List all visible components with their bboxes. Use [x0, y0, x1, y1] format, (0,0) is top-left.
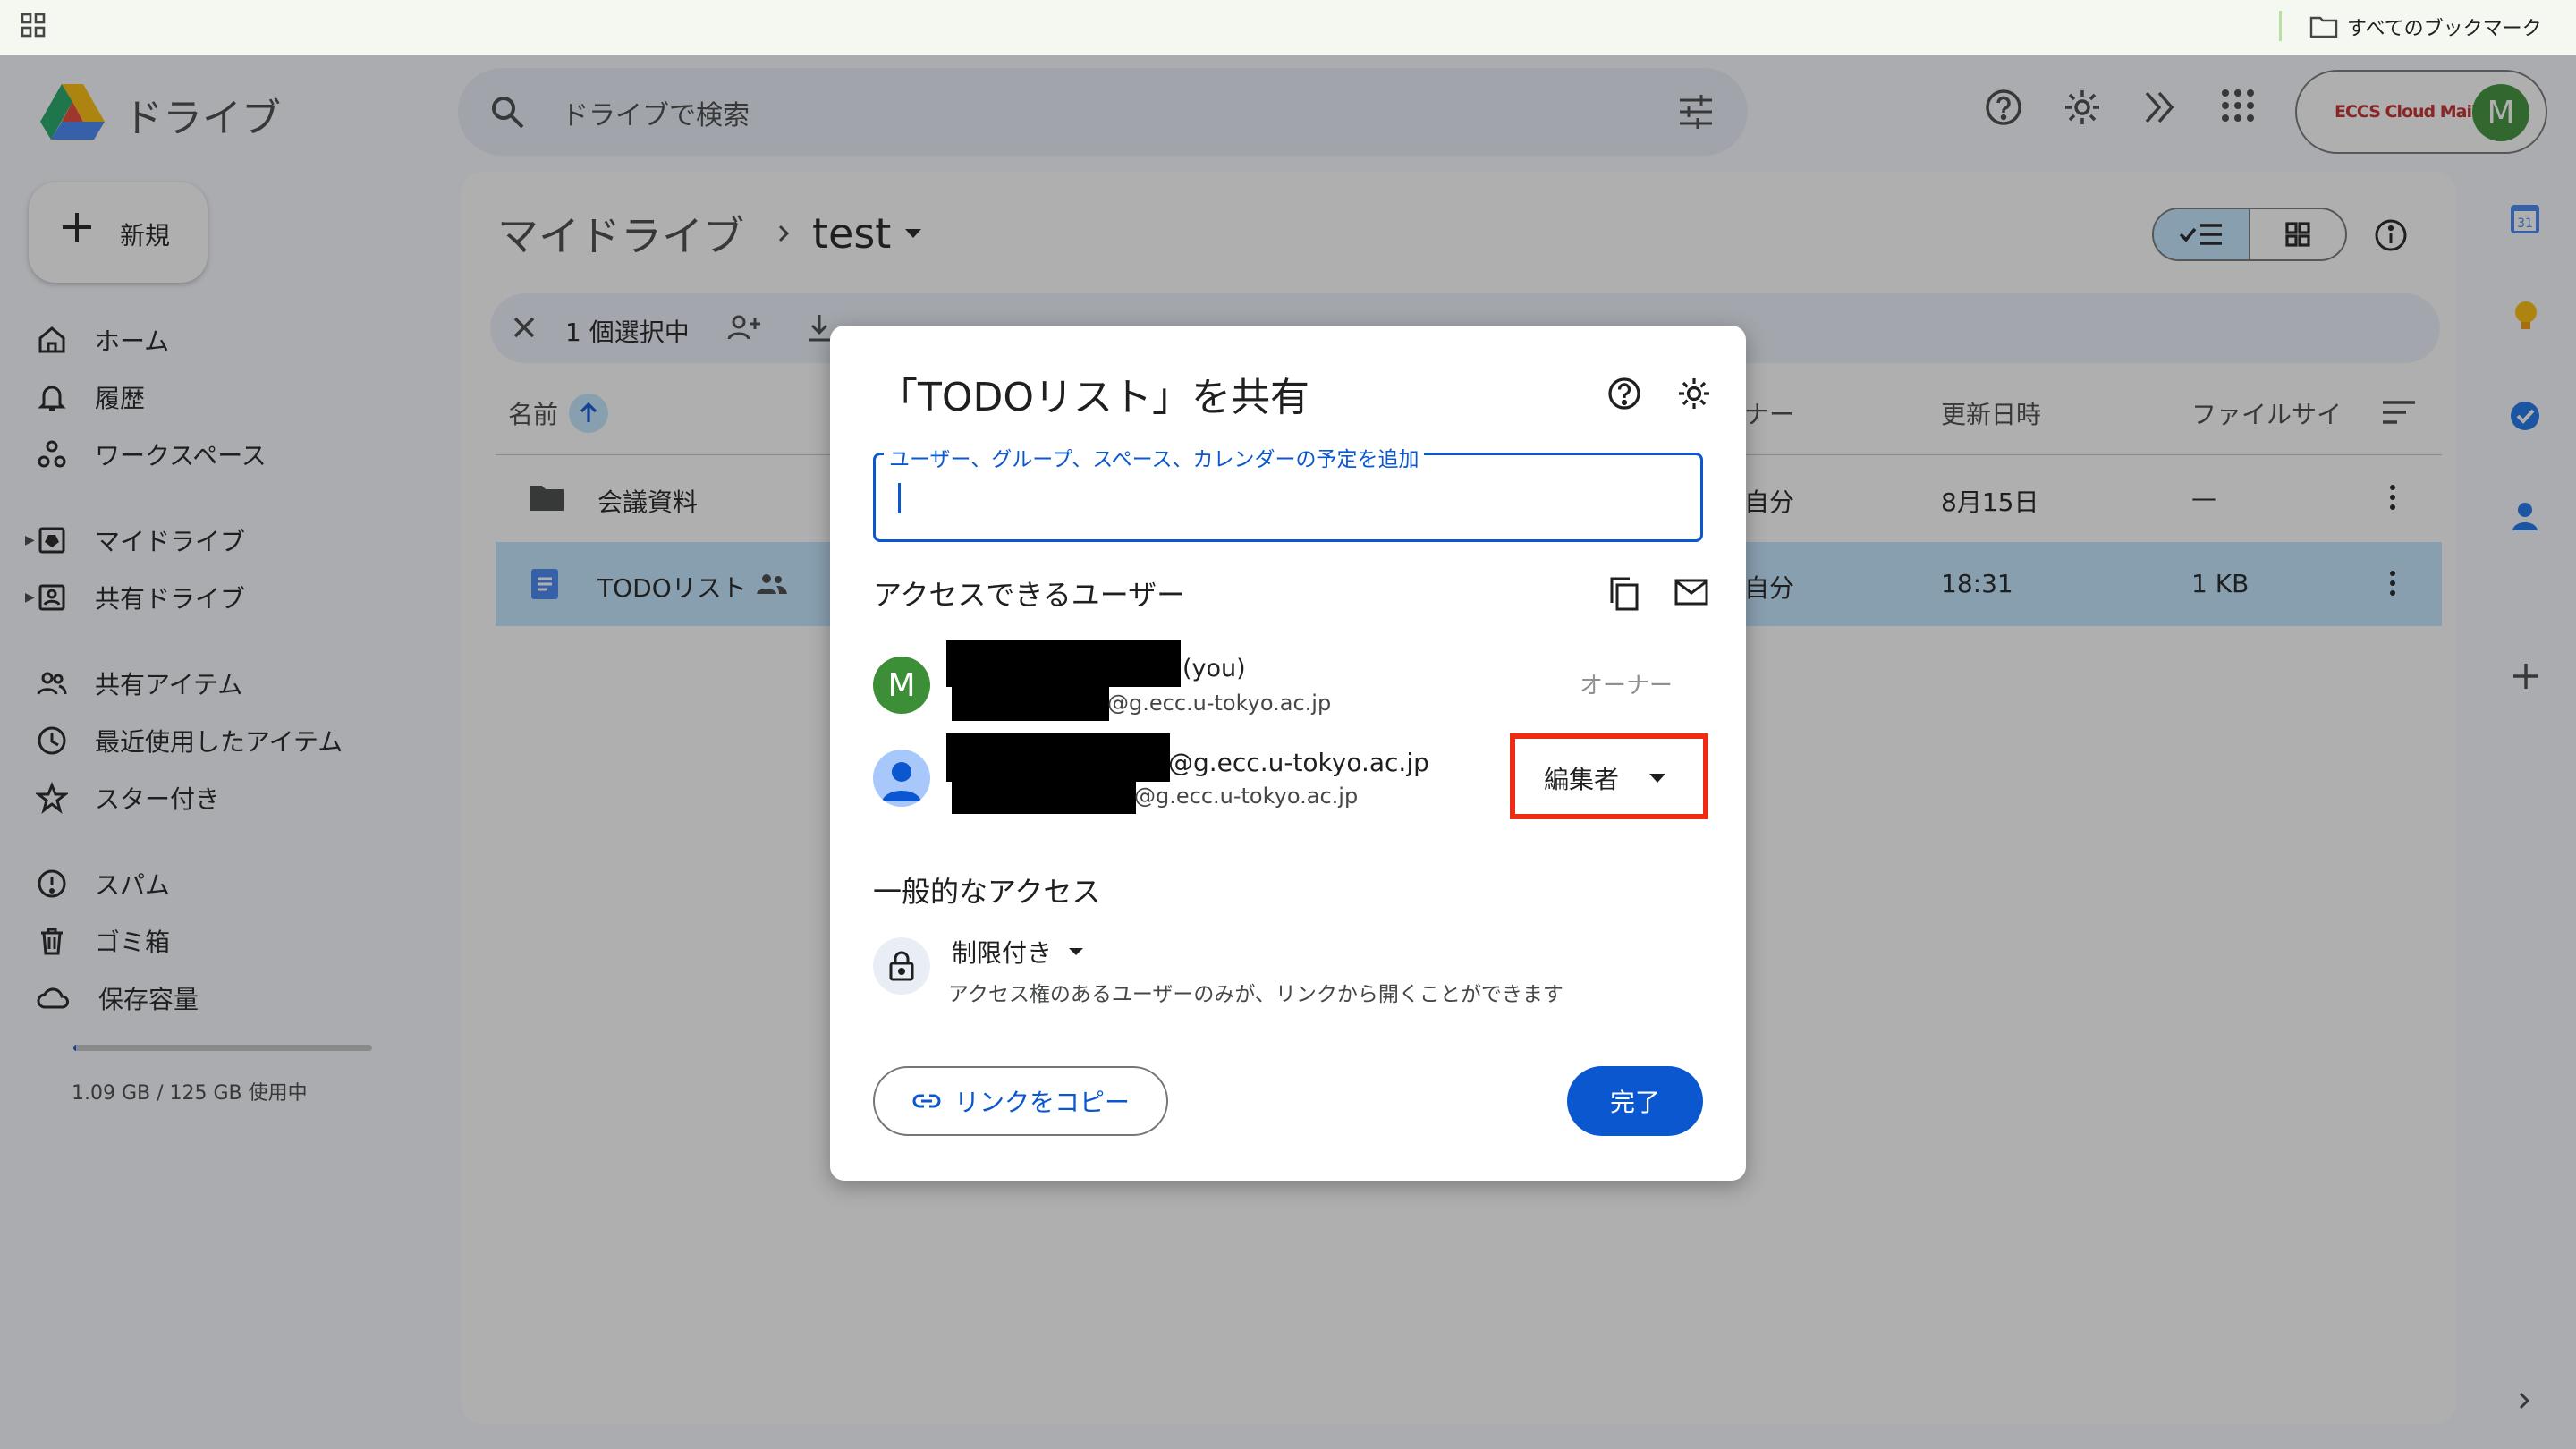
done-button[interactable]: 完了 [1567, 1066, 1703, 1136]
person-email: @g.ecc.u-tokyo.ac.jp [1107, 691, 1332, 716]
bookmarks-bar: すべてのブックマーク [0, 0, 2576, 56]
dialog-title: 「TODOリスト」を共有 [878, 375, 1310, 420]
all-bookmarks-button[interactable]: すべてのブックマーク [2309, 9, 2542, 45]
help-icon[interactable] [1606, 376, 1642, 411]
person-avatar: M [873, 657, 930, 714]
access-level-label: 制限付き [952, 938, 1053, 968]
dropdown-arrow-icon [1649, 774, 1666, 783]
people-with-access-heading: アクセスできるユーザー [873, 578, 1186, 612]
apps-grid-icon[interactable] [20, 12, 47, 38]
default-avatar-icon [873, 750, 930, 807]
redacted-name [946, 733, 1170, 782]
folder-icon [2309, 16, 2338, 38]
person-email: @g.ecc.u-tokyo.ac.jp [1134, 784, 1359, 809]
role-highlight-box: 編集者 [1510, 733, 1708, 819]
share-dialog: 「TODOリスト」を共有 ユーザー、グループ、スペース、カレンダーの予定を追加 … [830, 326, 1746, 1181]
general-access-heading: 一般的なアクセス [873, 875, 1101, 909]
owner-role-label: オーナー [1580, 673, 1674, 699]
redacted-name [946, 640, 1181, 687]
text-cursor [898, 483, 901, 513]
bookmark-separator [2279, 11, 2282, 41]
share-settings-gear-icon[interactable] [1676, 376, 1712, 411]
link-icon [912, 1094, 941, 1108]
add-people-input-label: ユーザー、グループ、スペース、カレンダーの予定を追加 [884, 442, 1425, 472]
copy-link-button[interactable]: リンクをコピー [873, 1066, 1168, 1136]
lock-icon [873, 937, 930, 995]
redacted-email [952, 685, 1109, 721]
person-name-suffix: (you) [1182, 655, 1246, 682]
dropdown-arrow-icon [1069, 948, 1084, 955]
copy-emails-icon[interactable] [1608, 576, 1640, 612]
all-bookmarks-label: すべてのブックマーク [2347, 18, 2542, 40]
role-dropdown[interactable]: 編集者 [1544, 760, 1667, 796]
redacted-email [952, 778, 1136, 814]
role-dropdown-label: 編集者 [1544, 765, 1620, 794]
person-name-suffix: @g.ecc.u-tokyo.ac.jp [1168, 748, 1429, 777]
general-access-dropdown[interactable]: 制限付き [952, 934, 1084, 970]
email-icon[interactable] [1674, 578, 1708, 606]
copy-link-label: リンクをコピー [953, 1088, 1130, 1117]
access-description: アクセス権のあるユーザーのみが、リンクから開くことができます [948, 983, 1563, 1006]
